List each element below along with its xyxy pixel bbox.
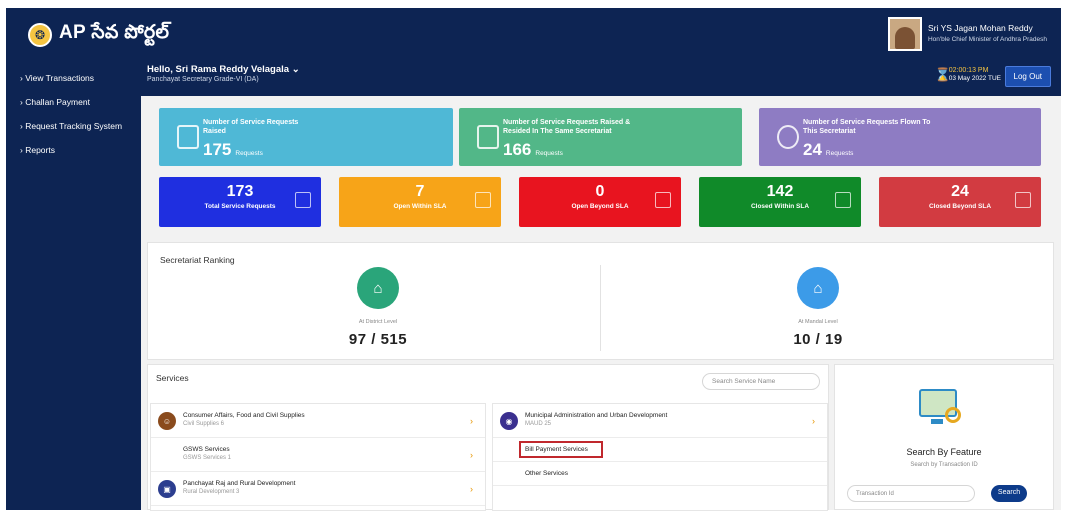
printer-icon: [475, 192, 491, 208]
summary-card-raised[interactable]: Number of Service Requests Raised 175 Req…: [159, 108, 453, 166]
app-logo[interactable]: ❂ AP సేవ పోర్టల్: [28, 22, 169, 48]
top-header: ❂ AP సేవ పోర్టల్ Sri YS Jagan Mohan Redd…: [6, 8, 1061, 60]
folder-icon: [1015, 192, 1031, 208]
chevron-right-icon: ›: [812, 416, 815, 426]
services-title: Services: [156, 373, 189, 383]
current-time: 02:00:13 PM: [948, 67, 989, 74]
feature-subtitle: Search by Transaction ID: [910, 462, 978, 468]
mandal-ranking: ⌂ At Mandal Level 10 / 19: [618, 267, 1018, 348]
user-title: Hon'ble Chief Minister of Andhra Pradesh: [927, 36, 1047, 43]
service-list-right: ◉ Municipal Administration and Urban Dev…: [492, 403, 828, 511]
stat-open-within-sla[interactable]: 7 Open Within SLA: [339, 177, 501, 227]
stat-open-beyond-sla[interactable]: 0 Open Beyond SLA: [519, 177, 681, 227]
municipal-icon: ◉: [500, 412, 518, 430]
clock-icon: [777, 125, 799, 149]
user-profile: Sri YS Jagan Mohan Reddy Hon'ble Chief M…: [887, 17, 1047, 51]
sub-header: Hello, Sri Rama Reddy Velagala ⌄ Panchay…: [141, 60, 1061, 96]
service-item-panchayat-raj[interactable]: ▣ Panchayat Raj and Rural Development Ru…: [151, 472, 485, 506]
summary-card-flown[interactable]: Number of Service Requests Flown To This…: [759, 108, 1041, 166]
user-role: Panchayat Secretary Grade-VI (DA): [147, 76, 259, 83]
sidebar-item-view-transactions[interactable]: › View Transactions: [20, 66, 122, 90]
sidebar-item-reports[interactable]: › Reports: [20, 138, 122, 162]
search-feature-icon: [917, 387, 963, 427]
logout-button[interactable]: Log Out: [1004, 66, 1051, 87]
ranking-title: Secretariat Ranking: [160, 255, 235, 265]
user-photo: [887, 17, 922, 51]
checklist-icon: [477, 125, 499, 149]
current-date: 03 May 2022 TUE: [948, 75, 1001, 82]
district-ranking: ⌂ At District Level 97 / 515: [178, 267, 578, 348]
services-panel: Services Search Service Name ☺ Consumer …: [147, 364, 829, 511]
sidebar-item-request-tracking[interactable]: › Request Tracking System: [20, 114, 122, 138]
clipboard-icon: [177, 125, 199, 149]
service-list-left: ☺ Consumer Affairs, Food and Civil Suppl…: [150, 403, 486, 511]
stat-closed-within-sla[interactable]: 142 Closed Within SLA: [699, 177, 861, 227]
sidebar-item-challan-payment[interactable]: › Challan Payment: [20, 90, 122, 114]
secretariat-ranking-panel: Secretariat Ranking ⌂ At District Level …: [147, 242, 1054, 360]
app-window: ❂ AP సేవ పోర్టల్ Sri YS Jagan Mohan Redd…: [0, 0, 1071, 512]
user-greeting[interactable]: Hello, Sri Rama Reddy Velagala ⌄: [147, 64, 300, 75]
document-icon: [295, 192, 311, 208]
consumer-affairs-icon: ☺: [158, 412, 176, 430]
stat-total-requests[interactable]: 173 Total Service Requests: [159, 177, 321, 227]
app-title: AP సేవ పోర్టల్: [59, 22, 170, 43]
chevron-right-icon: ›: [470, 450, 473, 460]
printer-icon: [835, 192, 851, 208]
folder-icon: [655, 192, 671, 208]
chevron-down-icon: ⌄: [291, 64, 300, 75]
dashboard-content: Number of Service Requests Raised 175 Req…: [141, 96, 1061, 511]
home-icon: ⌂: [797, 267, 839, 309]
service-item-maud[interactable]: ◉ Municipal Administration and Urban Dev…: [493, 404, 827, 438]
building-icon: ⌂: [357, 267, 399, 309]
stat-closed-beyond-sla[interactable]: 24 Closed Beyond SLA: [879, 177, 1041, 227]
service-item-gsws[interactable]: GSWS Services GSWS Services 1 ›: [151, 438, 485, 472]
feature-title: Search By Feature: [906, 447, 982, 457]
service-item-civil-supplies[interactable]: ☺ Consumer Affairs, Food and Civil Suppl…: [151, 404, 485, 438]
rural-development-icon: ▣: [158, 480, 176, 498]
search-button[interactable]: Search: [991, 485, 1027, 502]
chevron-right-icon: ›: [470, 416, 473, 426]
other-services-item[interactable]: Other Services: [493, 462, 827, 486]
emblem-icon: ❂: [28, 23, 52, 47]
clock: ⌛ 02:00:13 PM 03 May 2022 TUE: [935, 66, 1001, 83]
mandal-rank-value: 10 / 19: [793, 331, 843, 348]
user-name: Sri YS Jagan Mohan Reddy: [927, 23, 1033, 33]
search-by-feature-panel: Search By Feature Search by Transaction …: [834, 364, 1054, 510]
transaction-id-input[interactable]: Transaction Id: [847, 485, 975, 502]
chevron-right-icon: ›: [470, 484, 473, 494]
summary-value: 166: [503, 140, 532, 159]
divider: [600, 265, 601, 351]
hourglass-icon: ⌛: [934, 66, 951, 82]
summary-value: 175: [203, 140, 232, 159]
sidebar: › View Transactions › Challan Payment › …: [6, 60, 141, 510]
summary-card-resided[interactable]: Number of Service Requests Raised & Resi…: [459, 108, 742, 166]
service-search-input[interactable]: Search Service Name: [702, 373, 820, 390]
summary-value: 24: [803, 140, 822, 159]
district-rank-value: 97 / 515: [348, 331, 408, 348]
bill-payment-services-item[interactable]: Bill Payment Services: [493, 438, 827, 462]
